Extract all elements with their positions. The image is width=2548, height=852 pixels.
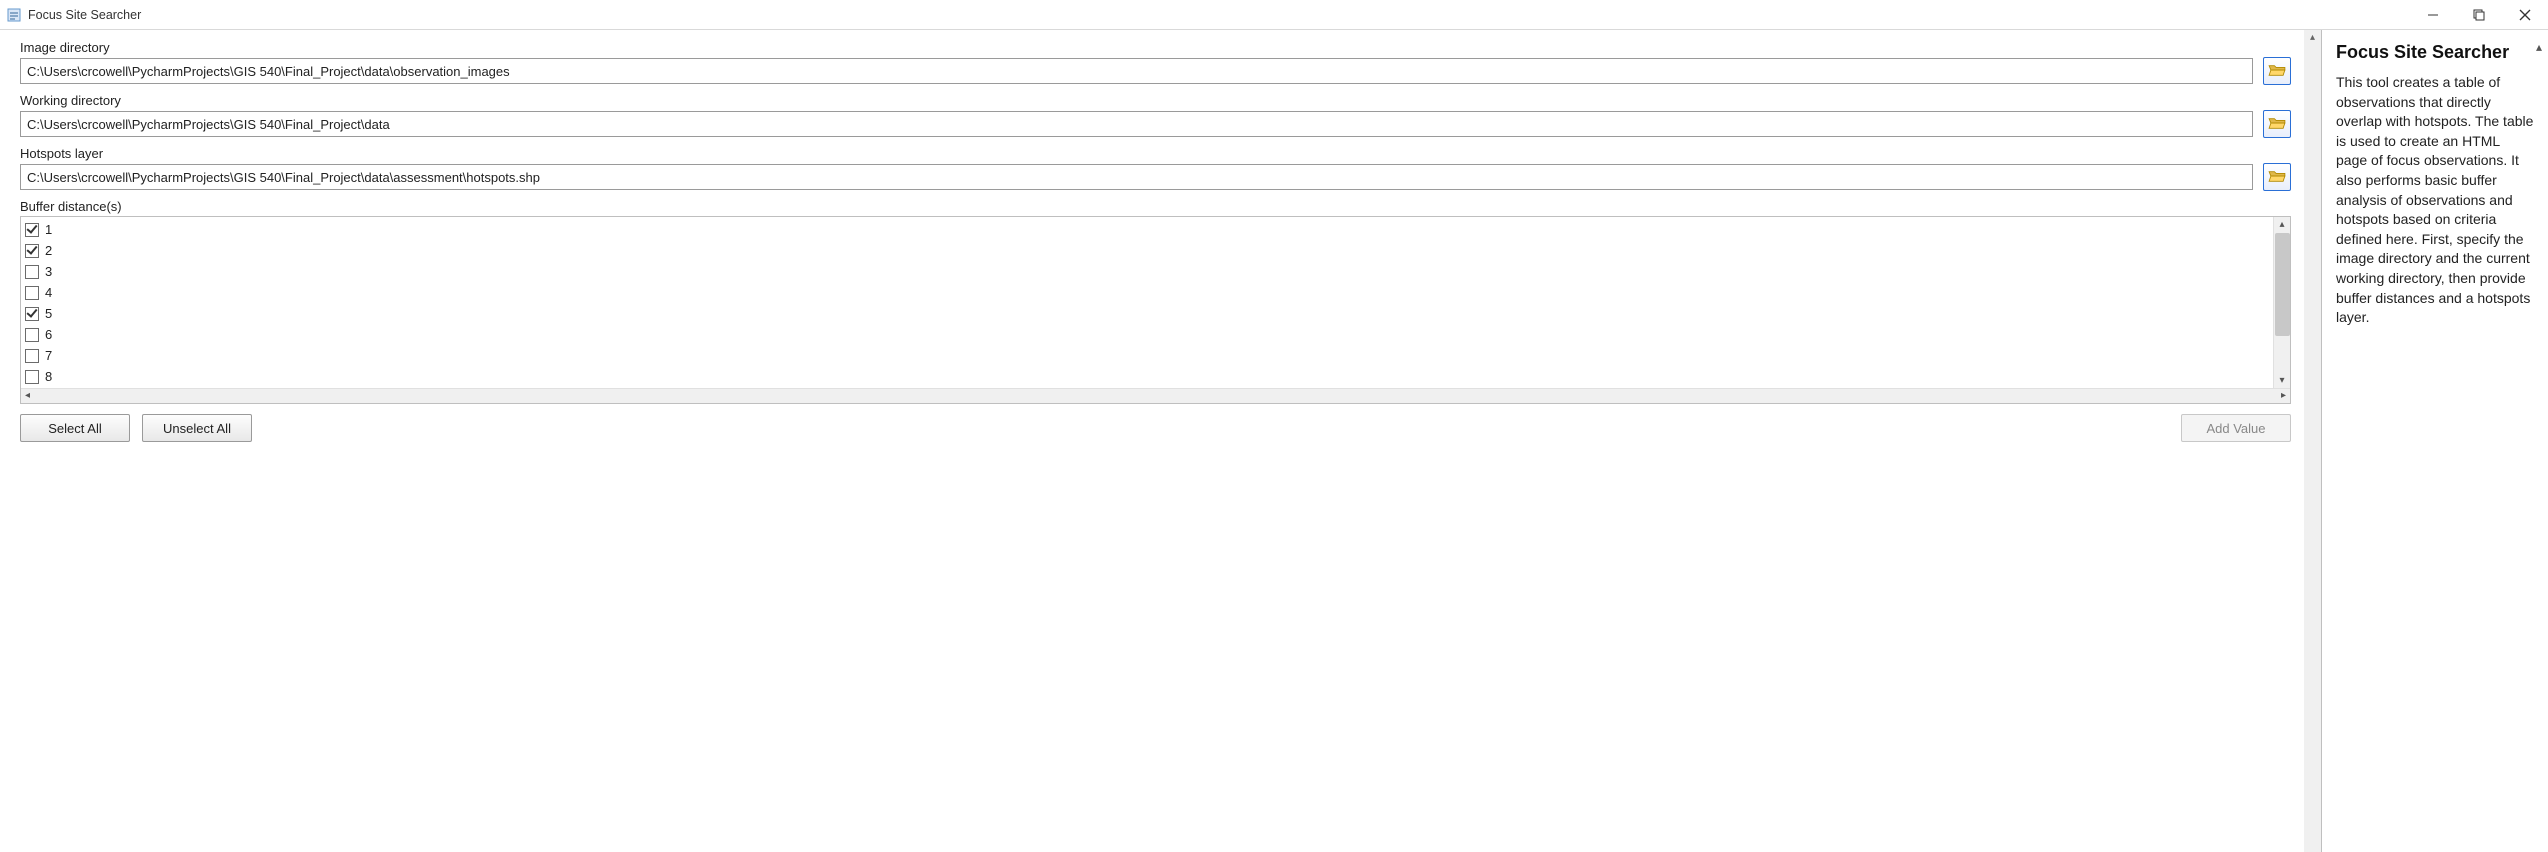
close-button[interactable] — [2502, 0, 2548, 30]
unselect-all-button[interactable]: Unselect All — [142, 414, 252, 442]
help-body: This tool creates a table of observation… — [2336, 73, 2534, 328]
hotspots-layer-label: Hotspots layer — [20, 146, 2291, 161]
field-image-directory: Image directory — [20, 40, 2291, 85]
working-directory-label: Working directory — [20, 93, 2291, 108]
field-working-directory: Working directory — [20, 93, 2291, 138]
list-item-label: 3 — [45, 264, 52, 279]
image-directory-input[interactable] — [20, 58, 2253, 84]
buffer-distance-list: 1 2 3 4 5 6 7 8 9 ▴ ▾ ◂ ▸ — [20, 216, 2291, 404]
list-item-label: 6 — [45, 327, 52, 342]
help-collapse-icon[interactable]: ▴ — [2536, 40, 2542, 54]
list-item[interactable]: 7 — [25, 345, 2269, 366]
buffer-distance-list-body[interactable]: 1 2 3 4 5 6 7 8 9 — [21, 217, 2273, 388]
field-buffer-distance: Buffer distance(s) 1 2 3 4 5 6 7 8 9 ▴ ▾ ◂ — [20, 199, 2291, 442]
scroll-down-icon: ▾ — [2279, 373, 2284, 388]
list-item-label: 1 — [45, 222, 52, 237]
scroll-up-icon: ▴ — [2310, 32, 2315, 43]
list-item-label: 4 — [45, 285, 52, 300]
list-item[interactable]: 5 — [25, 303, 2269, 324]
list-item[interactable]: 6 — [25, 324, 2269, 345]
list-item[interactable]: 1 — [25, 219, 2269, 240]
folder-open-icon — [2268, 169, 2286, 186]
list-item[interactable]: 2 — [25, 240, 2269, 261]
add-value-button[interactable]: Add Value — [2181, 414, 2291, 442]
buffer-distance-button-row: Select All Unselect All Add Value — [20, 414, 2291, 442]
checkbox[interactable] — [25, 286, 39, 300]
list-item[interactable]: 8 — [25, 366, 2269, 387]
list-item-label: 5 — [45, 306, 52, 321]
scrollbar-thumb[interactable] — [2275, 233, 2290, 336]
list-item-label: 8 — [45, 369, 52, 384]
checkbox[interactable] — [25, 328, 39, 342]
app-icon — [6, 7, 22, 23]
window-controls — [2410, 0, 2548, 30]
main-pane: ▴ Image directory Working directory — [0, 30, 2322, 852]
checkbox[interactable] — [25, 307, 39, 321]
buffer-list-vscrollbar[interactable]: ▴ ▾ — [2273, 217, 2290, 388]
titlebar: Focus Site Searcher — [0, 0, 2548, 30]
app-window: Focus Site Searcher ▴ Image directory — [0, 0, 2548, 852]
folder-open-icon — [2268, 63, 2286, 80]
checkbox[interactable] — [25, 223, 39, 237]
hotspots-layer-input[interactable] — [20, 164, 2253, 190]
folder-open-icon — [2268, 116, 2286, 133]
window-title: Focus Site Searcher — [28, 8, 141, 22]
scroll-right-icon: ▸ — [2277, 390, 2290, 401]
help-pane: ▴ Focus Site Searcher This tool creates … — [2322, 30, 2548, 852]
list-item[interactable]: 9 — [25, 387, 2269, 388]
browse-working-directory-button[interactable] — [2263, 110, 2291, 138]
browse-image-directory-button[interactable] — [2263, 57, 2291, 85]
list-item-label: 7 — [45, 348, 52, 363]
list-item[interactable]: 4 — [25, 282, 2269, 303]
minimize-button[interactable] — [2410, 0, 2456, 30]
help-title: Focus Site Searcher — [2336, 42, 2534, 63]
select-all-button[interactable]: Select All — [20, 414, 130, 442]
maximize-button[interactable] — [2456, 0, 2502, 30]
main-scrollbar[interactable]: ▴ — [2304, 30, 2321, 852]
field-hotspots-layer: Hotspots layer — [20, 146, 2291, 191]
checkbox[interactable] — [25, 244, 39, 258]
browse-hotspots-layer-button[interactable] — [2263, 163, 2291, 191]
image-directory-label: Image directory — [20, 40, 2291, 55]
checkbox[interactable] — [25, 349, 39, 363]
scroll-up-icon: ▴ — [2279, 217, 2284, 232]
buffer-list-hscrollbar[interactable]: ◂ ▸ — [21, 388, 2290, 403]
checkbox[interactable] — [25, 265, 39, 279]
list-item[interactable]: 3 — [25, 261, 2269, 282]
scroll-left-icon: ◂ — [21, 390, 34, 401]
buffer-distance-label: Buffer distance(s) — [20, 199, 2291, 214]
list-item-label: 2 — [45, 243, 52, 258]
client-area: ▴ Image directory Working directory — [0, 30, 2548, 852]
checkbox[interactable] — [25, 370, 39, 384]
working-directory-input[interactable] — [20, 111, 2253, 137]
